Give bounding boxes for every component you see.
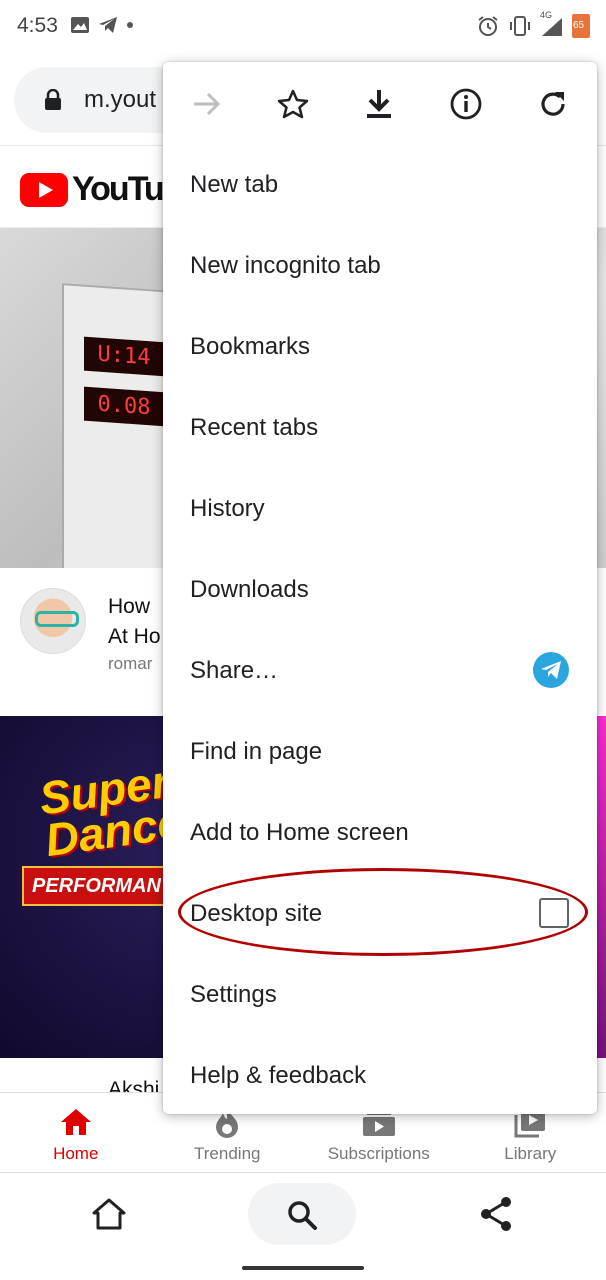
lock-icon[interactable] xyxy=(44,89,62,111)
home-icon xyxy=(60,1109,91,1135)
menu-icon-row xyxy=(163,62,597,144)
search-button[interactable] xyxy=(248,1183,356,1245)
menu-item-new-tab[interactable]: New tab xyxy=(163,144,597,225)
youtube-play-icon xyxy=(20,172,68,207)
vibrate-icon xyxy=(510,16,530,36)
url-text[interactable]: m.yout xyxy=(84,86,156,114)
reload-icon xyxy=(541,92,565,116)
overflow-menu: New tab New incognito tab Bookmarks Rece… xyxy=(163,62,597,1114)
search-icon xyxy=(288,1201,317,1230)
dot-icon xyxy=(127,22,133,28)
telegram-status-icon xyxy=(99,17,117,33)
menu-item-recent-tabs[interactable]: Recent tabs xyxy=(163,387,597,468)
forward-button[interactable] xyxy=(187,84,227,124)
info-icon xyxy=(450,88,482,120)
chrome-bottom-toolbar xyxy=(0,1172,606,1256)
video-title[interactable]: How At Ho xyxy=(108,592,161,652)
telegram-icon[interactable] xyxy=(533,652,569,688)
channel-name: romar xyxy=(108,654,153,673)
forward-icon xyxy=(194,92,221,116)
menu-item-history[interactable]: History xyxy=(163,468,597,549)
gallery-icon xyxy=(71,17,89,33)
alarm-icon xyxy=(478,16,498,36)
menu-item-downloads[interactable]: Downloads xyxy=(163,549,597,630)
home-icon[interactable] xyxy=(90,1195,128,1233)
menu-item-share[interactable]: Share… xyxy=(163,630,597,711)
menu-item-bookmarks[interactable]: Bookmarks xyxy=(163,306,597,387)
menu-item-help-feedback[interactable]: Help & feedback xyxy=(163,1035,597,1116)
download-icon xyxy=(367,90,391,118)
menu-item-settings[interactable]: Settings xyxy=(163,954,597,1035)
desktop-site-checkbox[interactable] xyxy=(539,898,569,928)
channel-avatar[interactable] xyxy=(20,588,86,654)
menu-item-new-incognito-tab[interactable]: New incognito tab xyxy=(163,225,597,306)
bookmark-star-icon xyxy=(277,89,309,119)
nav-home[interactable]: Home xyxy=(0,1093,152,1172)
bookmark-button[interactable] xyxy=(273,84,313,124)
menu-item-desktop-site[interactable]: Desktop site xyxy=(163,873,597,954)
download-button[interactable] xyxy=(359,84,399,124)
menu-item-add-to-home-screen[interactable]: Add to Home screen xyxy=(163,792,597,873)
share-icon[interactable] xyxy=(478,1195,514,1233)
reload-button[interactable] xyxy=(533,84,573,124)
status-bar: 4:53 4G 65 xyxy=(0,0,606,54)
menu-item-find-in-page[interactable]: Find in page xyxy=(163,711,597,792)
gesture-bar[interactable] xyxy=(242,1266,364,1270)
page-info-button[interactable] xyxy=(446,84,486,124)
status-time: 4:53 xyxy=(17,14,58,37)
signal-icon: 4G xyxy=(540,10,564,38)
battery-icon: 65 xyxy=(572,14,590,38)
